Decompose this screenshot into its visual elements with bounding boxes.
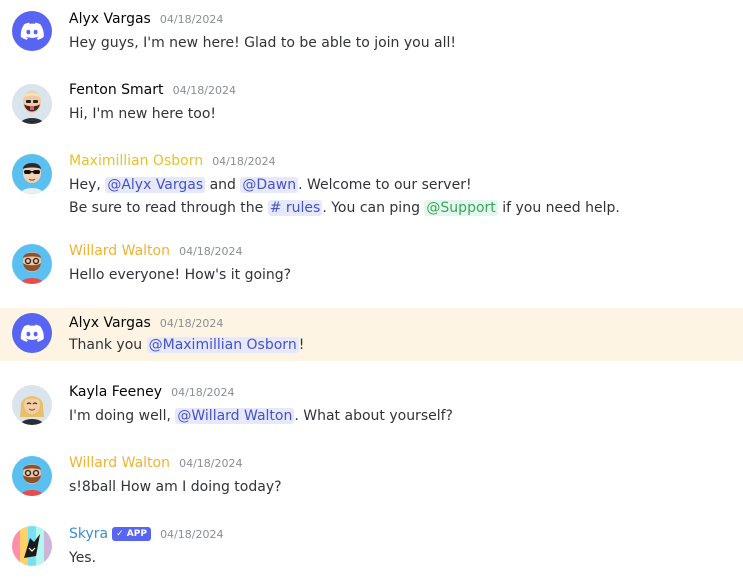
message-header: Skyra ✓ APP 04/18/2024	[69, 523, 223, 545]
message-text: Yes.	[69, 550, 97, 566]
message-content: Be sure to read through the # rules. You…	[69, 197, 620, 220]
channel-mention[interactable]: # rules	[267, 200, 323, 216]
message-content: Yes.	[69, 547, 96, 570]
author-name[interactable]: Alyx Vargas	[69, 315, 151, 331]
author-name[interactable]: Willard Walton	[69, 455, 170, 471]
message-content: Hi, I'm new here too!	[69, 103, 216, 126]
message-content: Hey guys, I'm new here! Glad to be able …	[69, 32, 456, 55]
message-text: if you need help.	[497, 200, 620, 216]
author-name[interactable]: Willard Walton	[69, 243, 170, 259]
message-header: Willard Walton 04/18/2024	[69, 452, 242, 474]
message-header: Fenton Smart 04/18/2024	[69, 79, 236, 101]
bearded-man-avatar[interactable]	[12, 84, 52, 124]
timestamp[interactable]: 04/18/2024	[173, 84, 236, 97]
message: Kayla Feeney 04/18/2024 I'm doing well, …	[0, 381, 743, 433]
message-highlighted: Alyx Vargas 04/18/2024 Thank you @Maximi…	[0, 308, 743, 361]
timestamp[interactable]: 04/18/2024	[179, 245, 242, 258]
sunglasses-man-avatar[interactable]	[12, 154, 52, 194]
discord-logo-icon[interactable]	[12, 11, 52, 51]
message: Skyra ✓ APP 04/18/2024 Yes.	[0, 523, 743, 575]
message-text: I'm doing well,	[69, 408, 176, 424]
message-content: I'm doing well, @Willard Walton. What ab…	[69, 405, 453, 428]
user-mention[interactable]: @Alyx Vargas	[105, 177, 206, 193]
user-mention[interactable]: @Maximillian Osborn	[146, 337, 299, 353]
bearded-glasses-man-avatar[interactable]	[12, 456, 52, 496]
user-mention[interactable]: @Dawn	[240, 177, 299, 193]
message: Maximillian Osborn 04/18/2024 Hey, @Alyx…	[0, 150, 743, 222]
author-name[interactable]: Fenton Smart	[69, 82, 164, 98]
app-badge: ✓ APP	[112, 527, 151, 541]
channel-name: rules	[281, 200, 321, 216]
message-header: Maximillian Osborn 04/18/2024	[69, 150, 276, 172]
timestamp[interactable]: 04/18/2024	[179, 457, 242, 470]
timestamp[interactable]: 04/18/2024	[160, 13, 223, 26]
user-mention[interactable]: @Willard Walton	[175, 408, 295, 424]
message: Alyx Vargas 04/18/2024 Hey guys, I'm new…	[0, 8, 743, 60]
author-name[interactable]: Maximillian Osborn	[69, 153, 203, 169]
message-content: Thank you @Maximillian Osborn!	[69, 334, 304, 357]
message-text: . What about yourself?	[294, 408, 453, 424]
message-header: Kayla Feeney 04/18/2024	[69, 381, 235, 403]
hash-icon: #	[269, 200, 282, 216]
message: Fenton Smart 04/18/2024 Hi, I'm new here…	[0, 79, 743, 131]
message-content: s!8ball How am I doing today?	[69, 476, 282, 499]
author-name[interactable]: Alyx Vargas	[69, 11, 151, 27]
discord-logo-icon[interactable]	[12, 313, 52, 353]
author-name[interactable]: Kayla Feeney	[69, 384, 162, 400]
message-text: Hi, I'm new here too!	[69, 106, 216, 122]
timestamp[interactable]: 04/18/2024	[160, 317, 223, 330]
message-text: Hello everyone! How's it going?	[69, 267, 292, 283]
message: Willard Walton 04/18/2024 Hello everyone…	[0, 240, 743, 292]
message-text: Hey guys, I'm new here! Glad to be able …	[69, 35, 457, 51]
timestamp[interactable]: 04/18/2024	[160, 528, 223, 541]
message-header: Willard Walton 04/18/2024	[69, 240, 242, 262]
author-name[interactable]: Skyra	[69, 526, 108, 542]
message-content: Hey, @Alyx Vargas and @Dawn. Welcome to …	[69, 174, 472, 197]
skyra-bot-avatar[interactable]	[12, 526, 52, 566]
message: Willard Walton 04/18/2024 s!8ball How am…	[0, 452, 743, 504]
message-text: s!8ball How am I doing today?	[69, 479, 282, 495]
message-text: Hey,	[69, 177, 106, 193]
message-content: Hello everyone! How's it going?	[69, 264, 291, 287]
message-text: !	[298, 337, 305, 353]
message-text: and	[205, 177, 241, 193]
timestamp[interactable]: 04/18/2024	[171, 386, 234, 399]
message-text: Thank you	[69, 337, 147, 353]
role-mention[interactable]: @Support	[424, 200, 498, 216]
blonde-woman-avatar[interactable]	[12, 385, 52, 425]
message-header: Alyx Vargas 04/18/2024	[69, 8, 223, 30]
timestamp[interactable]: 04/18/2024	[212, 155, 275, 168]
bearded-glasses-man-avatar[interactable]	[12, 244, 52, 284]
message-text: Be sure to read through the	[69, 200, 268, 216]
message-text: . You can ping	[322, 200, 425, 216]
message-text: . Welcome to our server!	[298, 177, 472, 193]
message-header: Alyx Vargas 04/18/2024	[69, 312, 223, 334]
